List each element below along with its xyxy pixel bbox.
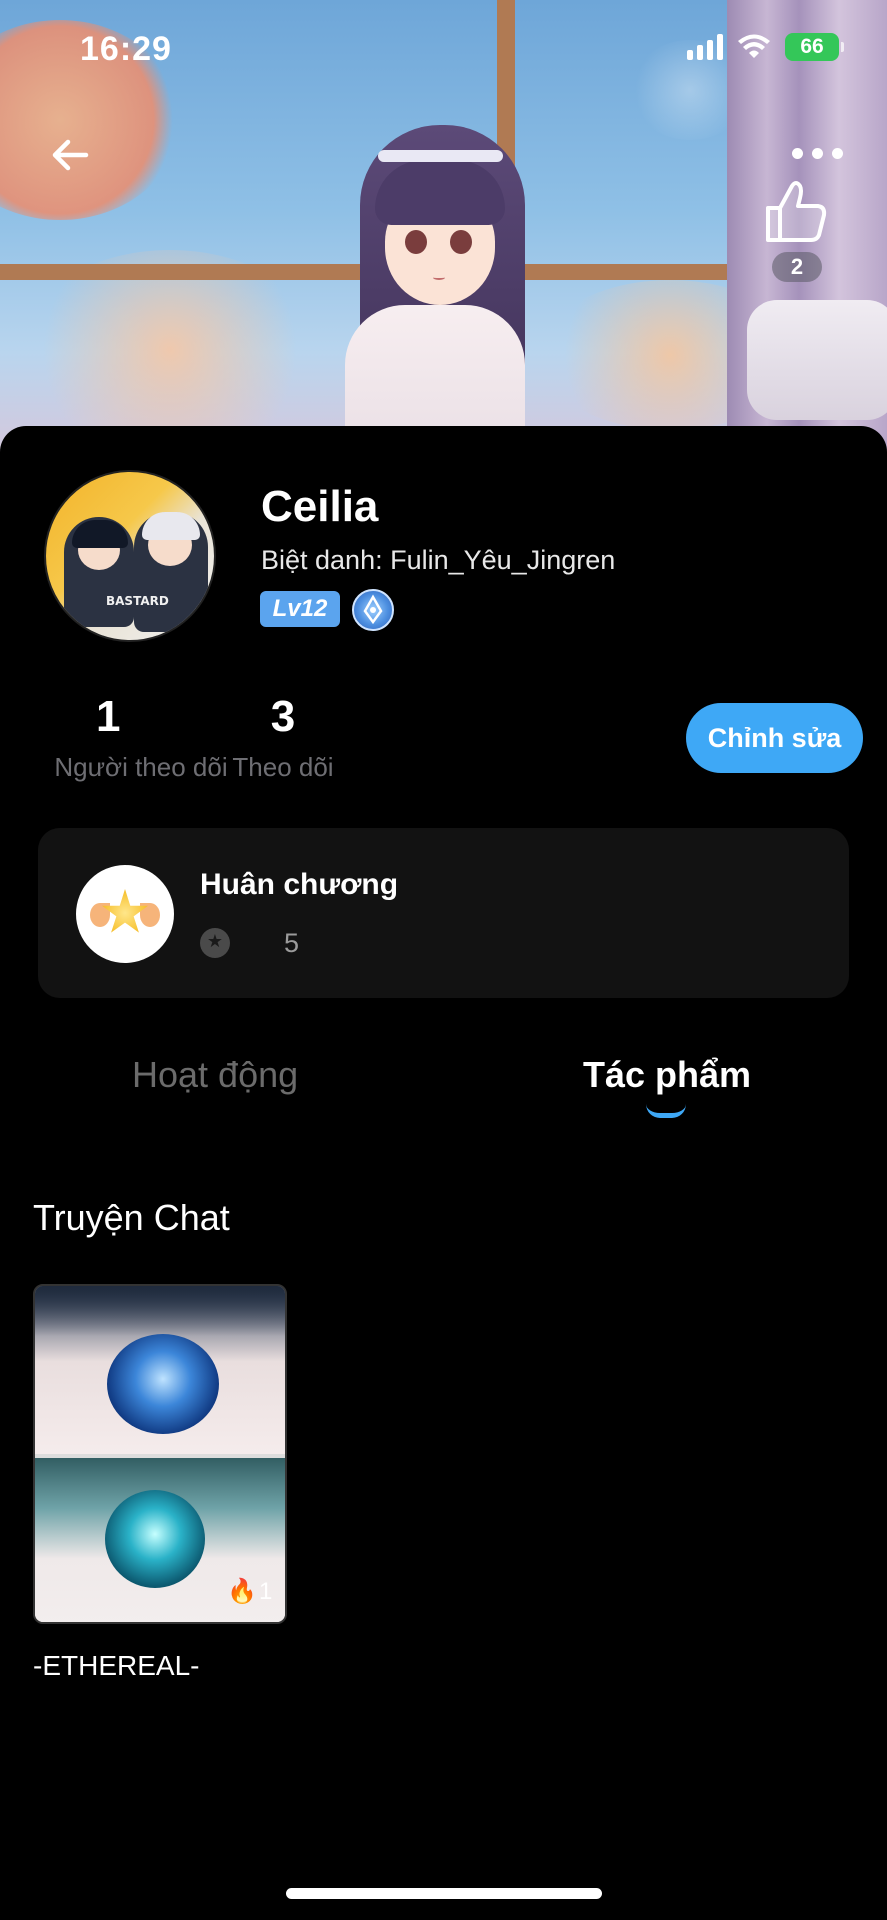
avatar[interactable]: BASTARD (44, 470, 216, 642)
status-icons: 66 (687, 33, 844, 61)
thumbs-up-icon[interactable] (762, 178, 830, 246)
battery-icon: 66 (785, 33, 844, 61)
edit-profile-button[interactable]: Chỉnh sửa (686, 703, 863, 773)
tab-works[interactable]: Tác phẩm (583, 1054, 751, 1096)
story-card[interactable]: 🔥 1 (33, 1284, 287, 1624)
followers-stat[interactable]: 1 Người theo dõi (46, 692, 236, 783)
section-title: Truyện Chat (33, 1197, 230, 1238)
level-badge: Lv12 (260, 591, 340, 627)
battery-level: 66 (800, 35, 824, 58)
medals-card[interactable]: Huân chương 5 (38, 828, 849, 998)
back-arrow-icon[interactable] (46, 130, 96, 180)
star-icon (200, 928, 230, 958)
like-count: 2 (772, 252, 822, 282)
fire-icon: 🔥 (227, 1577, 257, 1605)
more-options-button[interactable] (792, 148, 843, 159)
medals-count: 5 (284, 928, 300, 958)
profile-panel (0, 426, 887, 1920)
medals-title: Huân chương (200, 868, 399, 901)
story-cover-image (35, 1286, 285, 1454)
tab-activity[interactable]: Hoạt động (132, 1054, 298, 1096)
story-hot-count: 1 (259, 1578, 273, 1605)
medal-icon (76, 865, 174, 963)
following-stat[interactable]: 3 Theo dõi (228, 692, 338, 783)
story-title[interactable]: -ETHEREAL- (33, 1650, 199, 1682)
writer-badge-icon (352, 589, 394, 631)
more-dots-icon (792, 148, 803, 159)
profile-name: Ceilia (261, 482, 379, 531)
wifi-icon (738, 34, 770, 58)
avatar-logo-text: BASTARD (106, 594, 169, 608)
profile-cover-image (0, 0, 887, 470)
following-count: 3 (270, 692, 296, 741)
cellular-signal-icon (687, 34, 723, 60)
followers-label: Người theo dõi (54, 752, 228, 782)
profile-nickname: Biệt danh: Fulin_Yêu_Jingren (261, 545, 616, 575)
status-time: 16:29 (80, 30, 172, 68)
home-indicator[interactable] (286, 1888, 602, 1899)
following-label: Theo dõi (232, 752, 334, 782)
